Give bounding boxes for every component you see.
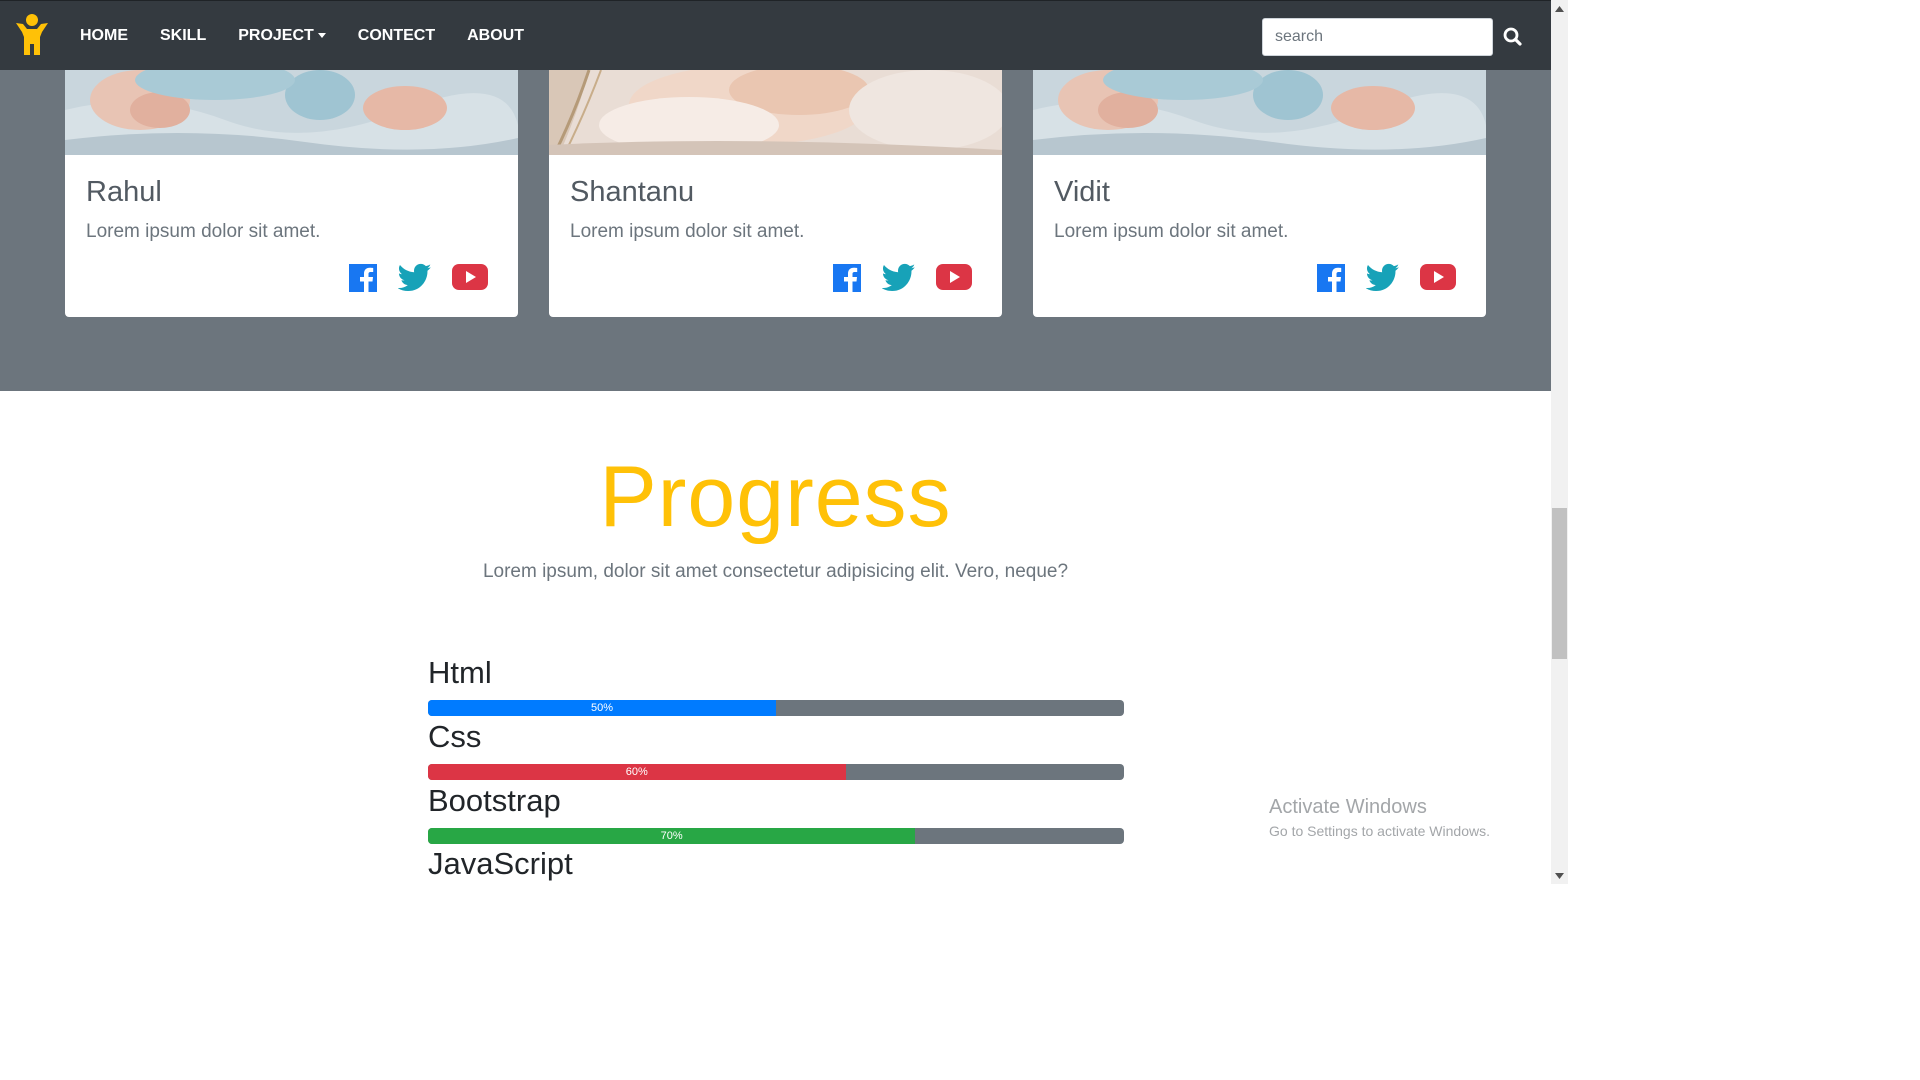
youtube-icon[interactable] — [936, 263, 972, 295]
progress-bar-bootstrap: 70% — [428, 828, 1124, 844]
scrollbar-track[interactable] — [1551, 0, 1568, 884]
nav-project-dropdown[interactable]: PROJECT — [222, 27, 342, 45]
twitter-icon[interactable] — [881, 263, 916, 295]
person-logo-icon[interactable] — [13, 13, 51, 59]
card-text: Lorem ipsum dolor sit amet. — [86, 221, 321, 242]
baby-photo — [1033, 70, 1486, 155]
facebook-icon[interactable] — [1316, 263, 1348, 295]
progress-bar-html: 50% — [428, 700, 1124, 716]
twitter-icon[interactable] — [397, 263, 432, 295]
progress-fill-bootstrap: 70% — [428, 828, 916, 844]
nav-contect[interactable]: CONTECT — [342, 27, 451, 45]
youtube-icon[interactable] — [1420, 263, 1456, 295]
facebook-icon[interactable] — [832, 263, 864, 295]
baby-photo — [549, 70, 1002, 155]
nav-skill[interactable]: SKILL — [144, 27, 222, 45]
scroll-up-arrow-icon[interactable] — [1551, 0, 1568, 17]
progress-bar-css: 60% — [428, 764, 1124, 780]
search-icon — [1503, 27, 1522, 46]
nav-home[interactable]: HOME — [64, 27, 144, 45]
card-text: Lorem ipsum dolor sit amet. — [570, 221, 805, 242]
card-name: Shantanu — [570, 176, 695, 208]
card-name: Rahul — [86, 176, 162, 208]
card-text: Lorem ipsum dolor sit amet. — [1054, 221, 1289, 242]
nav-about[interactable]: ABOUT — [451, 27, 540, 45]
activate-windows-subtitle: Go to Settings to activate Windows. — [1269, 823, 1490, 839]
skill-label-bootstrap: Bootstrap — [428, 783, 561, 818]
progress-subtitle: Lorem ipsum, dolor sit amet consectetur … — [482, 561, 1069, 582]
team-card-vidit: Vidit Lorem ipsum dolor sit amet. — [1033, 70, 1486, 317]
team-card-rahul: Rahul Lorem ipsum dolor sit amet. — [65, 70, 518, 317]
skill-label-css: Css — [428, 719, 482, 754]
scroll-down-arrow-icon[interactable] — [1551, 867, 1568, 884]
twitter-icon[interactable] — [1365, 263, 1400, 295]
progress-fill-css: 60% — [428, 764, 846, 780]
baby-photo — [65, 70, 518, 155]
skill-label-html: Html — [428, 655, 492, 690]
progress-heading: Progress — [599, 449, 952, 545]
scrollbar-thumb[interactable] — [1552, 508, 1567, 659]
team-section: Rahul Lorem ipsum dolor sit amet. Shanta… — [0, 70, 1551, 391]
facebook-icon[interactable] — [348, 263, 380, 295]
search-input[interactable] — [1262, 18, 1493, 56]
nav-menu: HOME SKILL PROJECT CONTECT ABOUT — [64, 1, 540, 71]
youtube-icon[interactable] — [452, 263, 488, 295]
team-card-shantanu: Shantanu Lorem ipsum dolor sit amet. — [549, 70, 1002, 317]
card-name: Vidit — [1054, 176, 1110, 208]
caret-down-icon — [317, 32, 326, 38]
progress-fill-html: 50% — [428, 700, 776, 716]
search-button[interactable] — [1498, 22, 1528, 52]
navbar: HOME SKILL PROJECT CONTECT ABOUT — [0, 0, 1551, 70]
skill-label-javascript: JavaScript — [428, 846, 573, 881]
activate-windows-title: Activate Windows — [1269, 796, 1427, 818]
